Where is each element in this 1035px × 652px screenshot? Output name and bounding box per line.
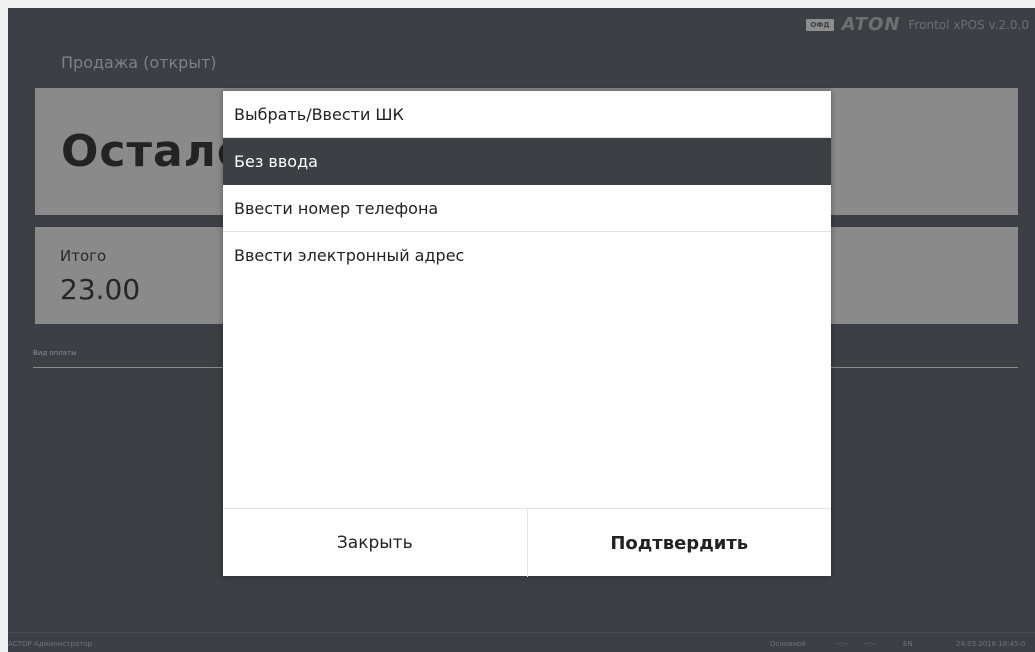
- status-datetime: 24.03.2018 18:45:0: [956, 640, 1026, 648]
- page-title: Продажа (открыт): [61, 53, 217, 72]
- confirm-button[interactable]: Подтвердить: [528, 509, 832, 577]
- ofd-badge: ОФД: [806, 19, 834, 31]
- status-language[interactable]: EN: [903, 640, 913, 648]
- aton-logo: ATON: [841, 14, 901, 35]
- option-select-barcode[interactable]: Выбрать/Ввести ШК: [223, 91, 831, 138]
- status-time-1: --:--: [835, 640, 848, 648]
- close-button[interactable]: Закрыть: [223, 509, 528, 577]
- option-email-address[interactable]: Ввести электронный адрес: [223, 232, 831, 268]
- dialog-footer: Закрыть Подтвердить: [223, 508, 831, 577]
- app-version: Frontol xPOS v.2.0.0: [908, 18, 1029, 32]
- input-choice-dialog: Выбрать/Ввести ШК Без ввода Ввести номер…: [223, 91, 831, 577]
- pos-screen: ОФД ATON Frontol xPOS v.2.0.0 Продажа (о…: [8, 8, 1035, 652]
- total-value: 23.00: [60, 273, 141, 306]
- payment-type-label: Вид оплаты: [33, 349, 77, 357]
- total-label: Итого: [60, 247, 107, 265]
- status-user: АСТОР Администратор: [8, 640, 92, 648]
- option-no-input[interactable]: Без ввода: [223, 138, 831, 185]
- status-mode: Основной: [770, 640, 806, 648]
- option-phone-number[interactable]: Ввести номер телефона: [223, 185, 831, 232]
- status-time-2: --:--: [864, 640, 877, 648]
- header-right: ОФД ATON Frontol xPOS v.2.0.0: [806, 16, 1029, 34]
- statusbar-divider: [8, 632, 1035, 633]
